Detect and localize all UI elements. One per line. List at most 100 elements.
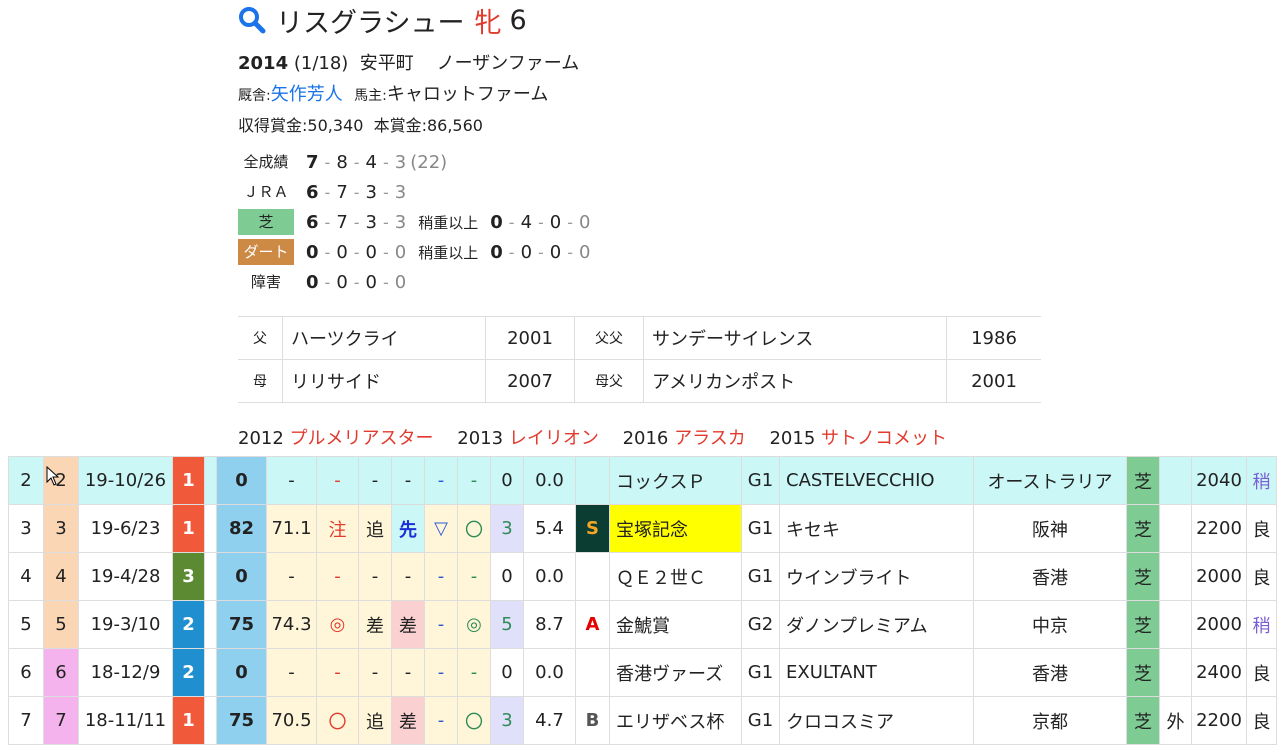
birth-line: 2014 (1/18) 安平町 ノーザンファーム [238,49,579,75]
dam-sire-year: 2001 [946,359,1041,403]
race-name[interactable]: 金鯱賞 [609,600,742,649]
race-date: 18-12/9 [78,648,173,697]
eval-mark: ◎ [457,600,491,649]
race-name[interactable]: エリザベス杯 [609,696,742,745]
race-row[interactable]: 2 2 19-10/26 1 0- - - - - -0 0.0 コックスＰ G1 CASTELVECCH… [8,456,1277,505]
sibling-year: 2016 [622,428,669,449]
course-side [1159,504,1192,553]
sire-label: 父 [238,316,283,360]
speed-index: 75 [216,600,267,649]
race-name[interactable]: ＱＥ２世Ｃ [609,552,742,601]
heavy-first: 0 [490,211,503,233]
index-value: - [266,648,317,697]
connections-line: 厩舎:矢作芳人 馬主:キャロットファーム [238,80,548,106]
trainer-link[interactable]: 矢作芳人 [271,84,343,105]
winner-name[interactable]: EXULTANT [779,648,974,697]
distance: 2040 [1191,456,1247,505]
odds: 0.0 [523,552,576,601]
trend-mark: - [424,696,458,745]
race-results-table: 2 2 19-10/26 1 0- - - - - -0 0.0 コックスＰ G1 CASTELVECCH… [8,456,1277,745]
trainer-label: 厩舎: [238,88,271,104]
sibling-link[interactable]: プルメリアスター [290,428,434,449]
distance: 2200 [1191,696,1247,745]
record-second: 7 [336,211,348,233]
popularity: 3 [490,696,524,745]
record-third: 3 [365,181,377,203]
finish-position: 2 [172,648,205,697]
heavy-third: 0 [549,211,562,233]
pedigree-row-sire: 父 ハーツクライ 2001 父父 サンデーサイレンス 1986 [238,316,1041,360]
race-date: 19-6/23 [78,504,173,553]
prize-label: 本賞金: [373,116,427,135]
record-all: 全成績 7- 8- 4- 3 (22) [238,149,447,175]
race-name[interactable]: 宝塚記念 [609,504,742,553]
earn-value: 50,340 [307,116,364,135]
popularity: 3 [490,504,524,553]
trend-mark: - [424,648,458,697]
mark-prediction: 注 [316,504,359,553]
race-row[interactable]: 6 6 18-12/9 2 0- - - - - -0 0.0 香港ヴァーズ G1 EXULTANT 香港芝… [8,648,1277,697]
race-row[interactable]: 4 4 19-4/28 3 0- - - - - -0 0.0 ＱＥ２世Ｃ G1 ウインブライト 香港芝 20… [8,552,1277,601]
earn-label: 収得賞金: [238,116,308,135]
mark-prediction: ◎ [316,600,359,649]
horse-number: 3 [43,504,79,553]
finish-position: 2 [172,600,205,649]
winner-name[interactable]: ダノンプレミアム [779,600,974,649]
race-row[interactable]: 7 7 18-11/11 1 75 70.5 〇追差 - 〇 3 4.7 B エリザベス杯 G1 クロコスミ… [8,696,1277,745]
trend-mark: - [424,600,458,649]
winner-name[interactable]: CASTELVECCHIO [779,456,974,505]
track-condition: 良 [1246,696,1277,745]
birth-date: (1/18) [293,53,349,74]
record-first: 0 [306,271,319,293]
record-second: 0 [336,241,348,263]
horse-title: リスグラシュー 牝 6 [238,2,527,39]
record-other: 3 [394,211,407,233]
trend-mark: - [424,552,458,601]
position-style: - [391,648,425,697]
race-date: 19-3/10 [78,600,173,649]
prize-value: 86,560 [426,116,483,135]
record-other: 0 [394,241,407,263]
surface: 芝 [1126,552,1160,601]
index-value: 70.5 [266,696,317,745]
index-value: - [266,552,317,601]
finish-position: 1 [172,504,205,553]
mark-prediction: - [316,456,359,505]
sire-name[interactable]: ハーツクライ [282,316,486,360]
surface: 芝 [1126,696,1160,745]
horse-number: 4 [43,552,79,601]
pedigree-table: 父 ハーツクライ 2001 父父 サンデーサイレンス 1986 母 リリサイド … [238,316,1041,403]
race-rank-mark: B [575,696,610,745]
record-third: 0 [365,241,377,263]
siblings-line: 2012 プルメリアスター 2013 レイリオン 2016 アラスカ 2015 … [238,424,965,450]
record-other: 0 [394,271,407,293]
course-side [1159,600,1192,649]
finish-position: 3 [172,552,205,601]
sire-sire-name[interactable]: サンデーサイレンス [643,316,947,360]
winner-name[interactable]: ウインブライト [779,552,974,601]
race-row[interactable]: 5 5 19-3/10 2 75 74.3 ◎ 差差 - ◎ 5 8.7 A 金鯱賞 G2 ダノンプレミアム中… [8,600,1277,649]
sibling-link[interactable]: アラスカ [674,428,746,449]
sire-year: 2001 [485,316,575,360]
race-name[interactable]: 香港ヴァーズ [609,648,742,697]
popularity: 0 [490,648,524,697]
racecourse: 阪神 [973,504,1127,553]
running-style: 追 [358,504,392,553]
race-row[interactable]: 3 3 19-6/23 1 82 71.1 注追先 ▽ 〇 3 5.4 S 宝塚記念 G1 キセキ 阪神芝 22… [8,504,1277,553]
sibling-link[interactable]: サトノコメット [821,428,947,449]
dam-sire-name[interactable]: アメリカンポスト [643,359,947,403]
popularity: 0 [490,456,524,505]
heavy-first: 0 [490,241,503,263]
dam-name[interactable]: リリサイド [282,359,486,403]
spacer-cell [204,456,217,505]
race-number: 5 [8,600,44,649]
track-condition: 稍 [1246,456,1277,505]
record-first: 6 [306,181,319,203]
running-style: 追 [358,696,392,745]
sibling-link[interactable]: レイリオン [509,428,599,449]
race-name[interactable]: コックスＰ [609,456,742,505]
position-style: 差 [391,600,425,649]
winner-name[interactable]: クロコスミア [779,696,974,745]
search-icon[interactable] [238,6,266,34]
winner-name[interactable]: キセキ [779,504,974,553]
